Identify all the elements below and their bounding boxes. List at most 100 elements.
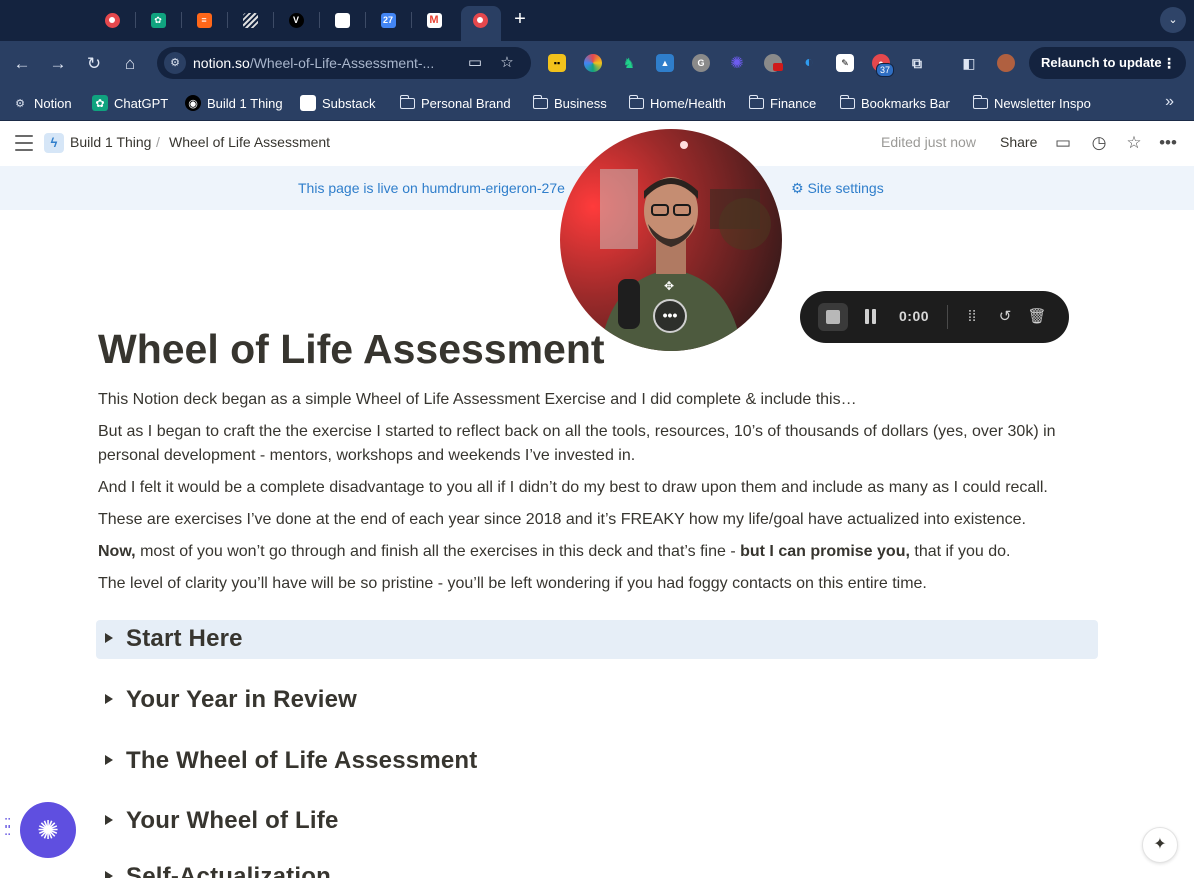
bookmark-home-health[interactable]: Home/Health [628, 93, 726, 113]
paragraph[interactable]: And I felt it would be a complete disadv… [98, 476, 1088, 500]
tab-calendar[interactable]: 27 [375, 7, 401, 33]
extension-grammarly-icon[interactable]: G [692, 54, 710, 72]
toggle-start-here[interactable]: Start Here [96, 620, 1098, 659]
drag-handle-icon[interactable]: ⁚⁚ ⁚⁚ [4, 817, 14, 840]
bookmark-label: Notion [34, 95, 72, 111]
tab-substack[interactable]: ≡ [191, 7, 217, 33]
bookmark-build-1-thing[interactable]: ◉ Build 1 Thing [185, 93, 283, 113]
bookmark-finance[interactable]: Finance [748, 93, 816, 113]
back-arrow-icon[interactable]: ← [10, 52, 34, 76]
video-camera-icon[interactable]: ▭ [465, 53, 485, 73]
tab-record-active[interactable] [467, 7, 493, 33]
stop-recording-button[interactable] [818, 303, 848, 331]
extension-edge-icon[interactable]: ◐ [800, 54, 818, 72]
toggle-triangle-icon[interactable] [105, 755, 113, 765]
bookmark-star-icon[interactable]: ☆ [497, 53, 517, 73]
webcam-options-icon[interactable]: ••• [653, 299, 687, 333]
paragraph[interactable]: These are exercises I’ve done at the end… [98, 508, 1088, 532]
extension-blocked-icon[interactable] [764, 54, 783, 72]
move-handle-icon[interactable]: ✥ [662, 279, 676, 293]
home-icon[interactable]: ⌂ [118, 52, 142, 76]
trash-icon[interactable]: 🗑 [1026, 306, 1048, 328]
toggle-triangle-icon[interactable] [105, 871, 113, 878]
tab-record[interactable] [99, 7, 125, 33]
bookmark-substack[interactable]: Substack [300, 93, 375, 113]
toggle-self-actualization[interactable]: Self-Actualization [96, 858, 1098, 878]
breadcrumb-current[interactable]: Wheel of Life Assessment [169, 134, 330, 150]
toggle-triangle-icon[interactable] [105, 694, 113, 704]
comment-icon[interactable]: ▭ [1052, 132, 1074, 154]
tab-striped[interactable] [237, 7, 263, 33]
folder-icon [839, 94, 855, 109]
extension-keyboard-icon[interactable]: ▪▪ [548, 54, 566, 72]
bookmark-notion[interactable]: ⚙ Notion [12, 93, 72, 113]
recording-controls: 0:00 ⁞⁞ ↺ 🗑 [800, 291, 1069, 343]
gear-icon: ⚙ [791, 180, 808, 196]
forward-arrow-icon[interactable]: → [46, 52, 70, 76]
site-info-icon[interactable]: ⚙ [164, 52, 186, 74]
clock-history-icon[interactable]: ◷ [1088, 132, 1110, 154]
sidebar-menu-icon[interactable] [15, 135, 33, 151]
restart-icon[interactable]: ↺ [994, 306, 1016, 328]
new-tab-button[interactable]: + [508, 8, 532, 32]
bold-text: Now, [98, 543, 136, 560]
more-options-icon[interactable]: ••• [1157, 132, 1179, 154]
toggle-year-in-review[interactable]: Your Year in Review [96, 681, 1098, 720]
extension-pen-icon[interactable]: ✎ [836, 54, 854, 72]
chatgpt-icon: ✿ [92, 95, 108, 111]
site-settings-label: Site settings [807, 180, 884, 196]
live-page-text[interactable]: This page is live on humdrum-erigeron-27… [298, 180, 565, 196]
toggle-triangle-icon[interactable] [105, 815, 113, 825]
paragraph[interactable]: The level of clarity you’ll have will be… [98, 572, 1088, 596]
tab-v[interactable]: V [283, 7, 309, 33]
extension-dino-icon[interactable]: ♞ [620, 54, 638, 72]
url-path: /Wheel-of-Life-Assessment-... [249, 55, 435, 71]
tab-separator [319, 12, 320, 28]
edited-status: Edited just now [881, 134, 976, 150]
url-text[interactable]: notion.so/Wheel-of-Life-Assessment-... [193, 55, 455, 71]
address-bar[interactable]: ⚙ notion.so/Wheel-of-Life-Assessment-...… [157, 47, 531, 79]
relaunch-button[interactable]: Relaunch to update ⋮ [1029, 47, 1186, 79]
bookmarks-overflow-icon[interactable]: » [1165, 93, 1174, 111]
extension-chart-icon[interactable]: ▲ [656, 54, 674, 72]
breadcrumb-separator: / [156, 134, 160, 150]
paragraph[interactable]: Now, most of you won’t go through and fi… [98, 540, 1088, 564]
extensions-puzzle-icon[interactable]: ⧉ [908, 54, 926, 72]
extension-snowflake-icon[interactable]: ✺ [728, 54, 746, 72]
paragraph[interactable]: This Notion deck began as a simple Wheel… [98, 388, 1088, 412]
pause-icon[interactable] [865, 309, 877, 324]
toggle-triangle-icon[interactable] [105, 633, 113, 643]
drag-grip-icon[interactable]: ⁞⁞ [961, 306, 983, 328]
side-panel-icon[interactable]: ◧ [960, 54, 978, 72]
toggle-your-wheel-of-life[interactable]: Your Wheel of Life [96, 802, 1098, 841]
tab-chatgpt[interactable]: ✿ [145, 7, 171, 33]
favorite-star-icon[interactable]: ☆ [1123, 132, 1145, 154]
blank-page-icon [334, 12, 350, 28]
tab-search-chevron-icon[interactable]: ⌄ [1160, 7, 1186, 33]
extension-color-wheel-icon[interactable] [584, 54, 602, 72]
site-settings-link[interactable]: ⚙ Site settings [791, 180, 884, 197]
assistant-launcher-button[interactable]: ✺ [20, 802, 76, 858]
more-vertical-icon: ⋮ [1162, 55, 1176, 71]
bookmark-bookmarks-bar[interactable]: Bookmarks Bar [839, 93, 950, 113]
bookmark-newsletter-inspo[interactable]: Newsletter Inspo [972, 93, 1091, 113]
share-button[interactable]: Share [1000, 134, 1037, 150]
tab-gmail[interactable]: M [421, 7, 447, 33]
toggle-label: Your Year in Review [126, 686, 358, 713]
reload-icon[interactable]: ↻ [82, 52, 106, 76]
notion-ai-sparkle-button[interactable]: ✦ [1142, 827, 1178, 863]
breadcrumb-parent[interactable]: Build 1 Thing [70, 134, 151, 150]
profile-avatar[interactable] [997, 54, 1015, 72]
bookmark-chatgpt[interactable]: ✿ ChatGPT [92, 93, 168, 113]
toggle-wheel-of-life-assessment[interactable]: The Wheel of Life Assessment [96, 742, 1098, 781]
tab-separator [411, 12, 412, 28]
paragraph[interactable]: But as I began to craft the the exercise… [98, 420, 1088, 468]
folder-icon [532, 94, 548, 109]
bookmark-business[interactable]: Business [532, 93, 607, 113]
folder-icon [399, 94, 415, 109]
tab-blank[interactable] [329, 7, 355, 33]
bookmark-personal-brand[interactable]: Personal Brand [399, 93, 511, 113]
page-title[interactable]: Wheel of Life Assessment [98, 326, 605, 373]
v-icon: V [288, 12, 304, 28]
browser-toolbar: ← → ↻ ⌂ ⚙ notion.so/Wheel-of-Life-Assess… [0, 41, 1194, 86]
